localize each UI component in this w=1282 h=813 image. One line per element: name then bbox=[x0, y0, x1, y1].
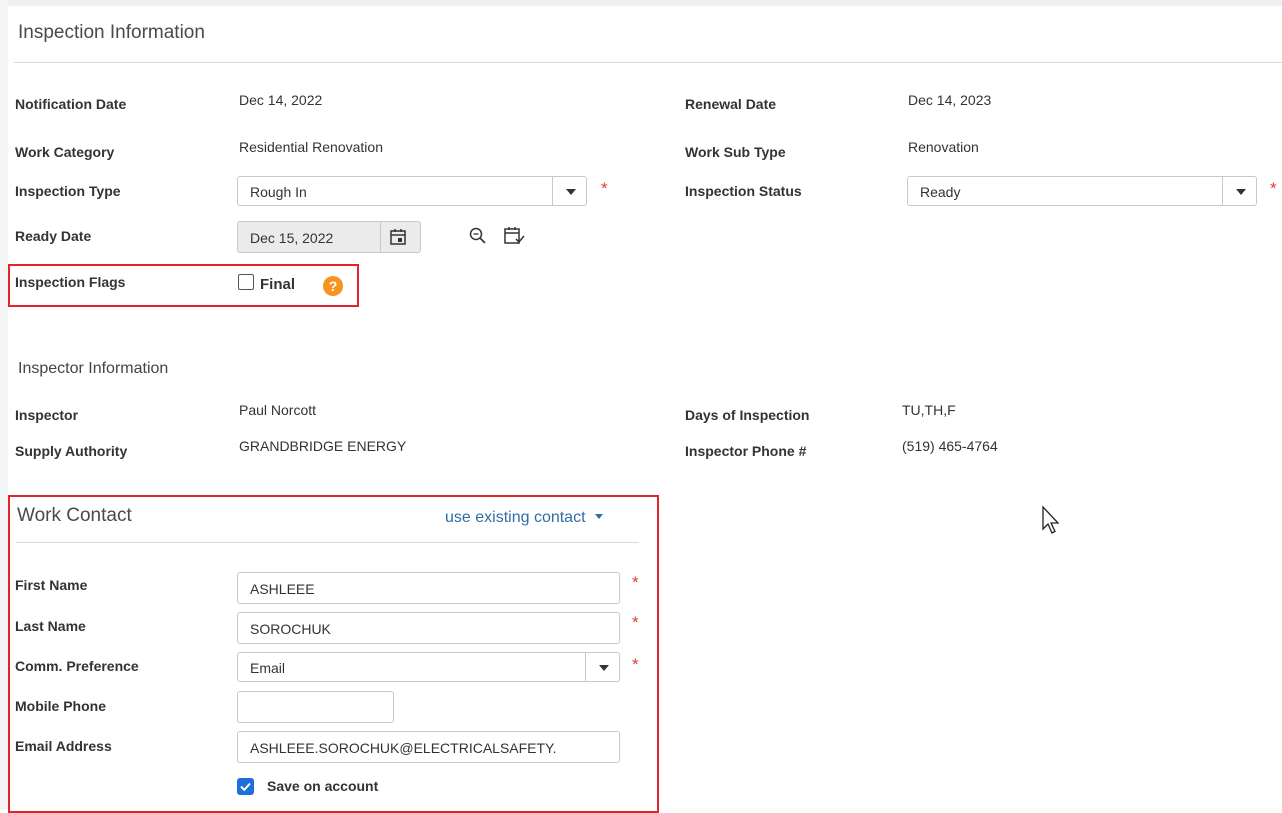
comm-preference-value: Email bbox=[250, 660, 286, 676]
save-on-account-checkbox[interactable] bbox=[237, 778, 254, 795]
required-mark: * bbox=[632, 655, 639, 674]
final-label: Final bbox=[260, 276, 296, 293]
inspection-type-label: Inspection Type bbox=[15, 183, 121, 199]
help-icon[interactable]: ? bbox=[323, 276, 343, 296]
final-checkbox[interactable] bbox=[238, 274, 254, 290]
chevron-down-icon[interactable] bbox=[585, 653, 619, 681]
inspection-flags-label: Inspection Flags bbox=[15, 274, 126, 290]
mobile-phone-label: Mobile Phone bbox=[15, 698, 106, 714]
comm-preference-select[interactable]: Email bbox=[237, 652, 620, 682]
chevron-down-icon[interactable] bbox=[1222, 177, 1256, 205]
ready-date-value: Dec 15, 2022 bbox=[250, 230, 334, 246]
work-category-label: Work Category bbox=[15, 144, 115, 160]
work-contact-title: Work Contact bbox=[17, 505, 132, 526]
mobile-phone-field[interactable] bbox=[237, 691, 394, 723]
chevron-down-icon[interactable] bbox=[552, 177, 586, 205]
top-band bbox=[0, 0, 1282, 6]
inspector-label: Inspector bbox=[15, 407, 79, 423]
last-name-label: Last Name bbox=[15, 618, 86, 634]
checkmark-icon bbox=[240, 782, 251, 792]
work-sub-type-value: Renovation bbox=[908, 139, 979, 155]
first-name-label: First Name bbox=[15, 577, 88, 593]
left-band bbox=[0, 0, 8, 809]
magnifier-icon[interactable] bbox=[468, 226, 488, 246]
ready-date-field[interactable]: Dec 15, 2022 bbox=[237, 221, 421, 253]
section-title-inspector: Inspector Information bbox=[18, 360, 169, 377]
work-contact-divider bbox=[16, 542, 639, 543]
section-title-inspection: Inspection Information bbox=[18, 22, 205, 43]
section-divider bbox=[14, 62, 1282, 63]
mouse-pointer-icon bbox=[1042, 505, 1060, 534]
inspection-type-value: Rough In bbox=[250, 184, 307, 200]
use-existing-contact-label: use existing contact bbox=[445, 509, 586, 526]
days-of-inspection-label: Days of Inspection bbox=[685, 407, 810, 423]
inspector-phone-value: (519) 465-4764 bbox=[902, 438, 998, 454]
comm-preference-label: Comm. Preference bbox=[15, 658, 139, 674]
renewal-date-value: Dec 14, 2023 bbox=[908, 92, 992, 108]
email-address-label: Email Address bbox=[15, 738, 112, 754]
days-of-inspection-value: TU,TH,F bbox=[902, 402, 956, 418]
inspection-status-select[interactable]: Ready bbox=[907, 176, 1257, 206]
first-name-field[interactable]: ASHLEEE bbox=[237, 572, 620, 604]
required-mark: * bbox=[601, 179, 608, 198]
supply-authority-value: GRANDBRIDGE ENERGY bbox=[239, 438, 407, 454]
chevron-down-icon bbox=[594, 514, 603, 519]
work-category-value: Residential Renovation bbox=[239, 139, 383, 155]
required-mark: * bbox=[1270, 179, 1277, 198]
use-existing-contact-link[interactable]: use existing contact bbox=[445, 509, 603, 527]
save-on-account-label: Save on account bbox=[267, 778, 379, 794]
last-name-field[interactable]: SOROCHUK bbox=[237, 612, 620, 644]
email-address-field[interactable]: ASHLEEE.SOROCHUK@ELECTRICALSAFETY. bbox=[237, 731, 620, 763]
ready-date-label: Ready Date bbox=[15, 228, 92, 244]
inspector-value: Paul Norcott bbox=[239, 402, 317, 418]
supply-authority-label: Supply Authority bbox=[15, 443, 128, 459]
inspector-phone-label: Inspector Phone # bbox=[685, 443, 807, 459]
calendar-check-icon[interactable] bbox=[503, 226, 525, 246]
field-divider bbox=[380, 222, 381, 252]
inspection-type-select[interactable]: Rough In bbox=[237, 176, 587, 206]
inspection-status-label: Inspection Status bbox=[685, 183, 802, 199]
notification-date-value: Dec 14, 2022 bbox=[239, 92, 323, 108]
inspection-status-value: Ready bbox=[920, 184, 961, 200]
calendar-icon[interactable] bbox=[389, 228, 407, 246]
work-sub-type-label: Work Sub Type bbox=[685, 144, 786, 160]
notification-date-label: Notification Date bbox=[15, 96, 127, 112]
renewal-date-label: Renewal Date bbox=[685, 96, 777, 112]
required-mark: * bbox=[632, 573, 639, 592]
required-mark: * bbox=[632, 613, 639, 632]
